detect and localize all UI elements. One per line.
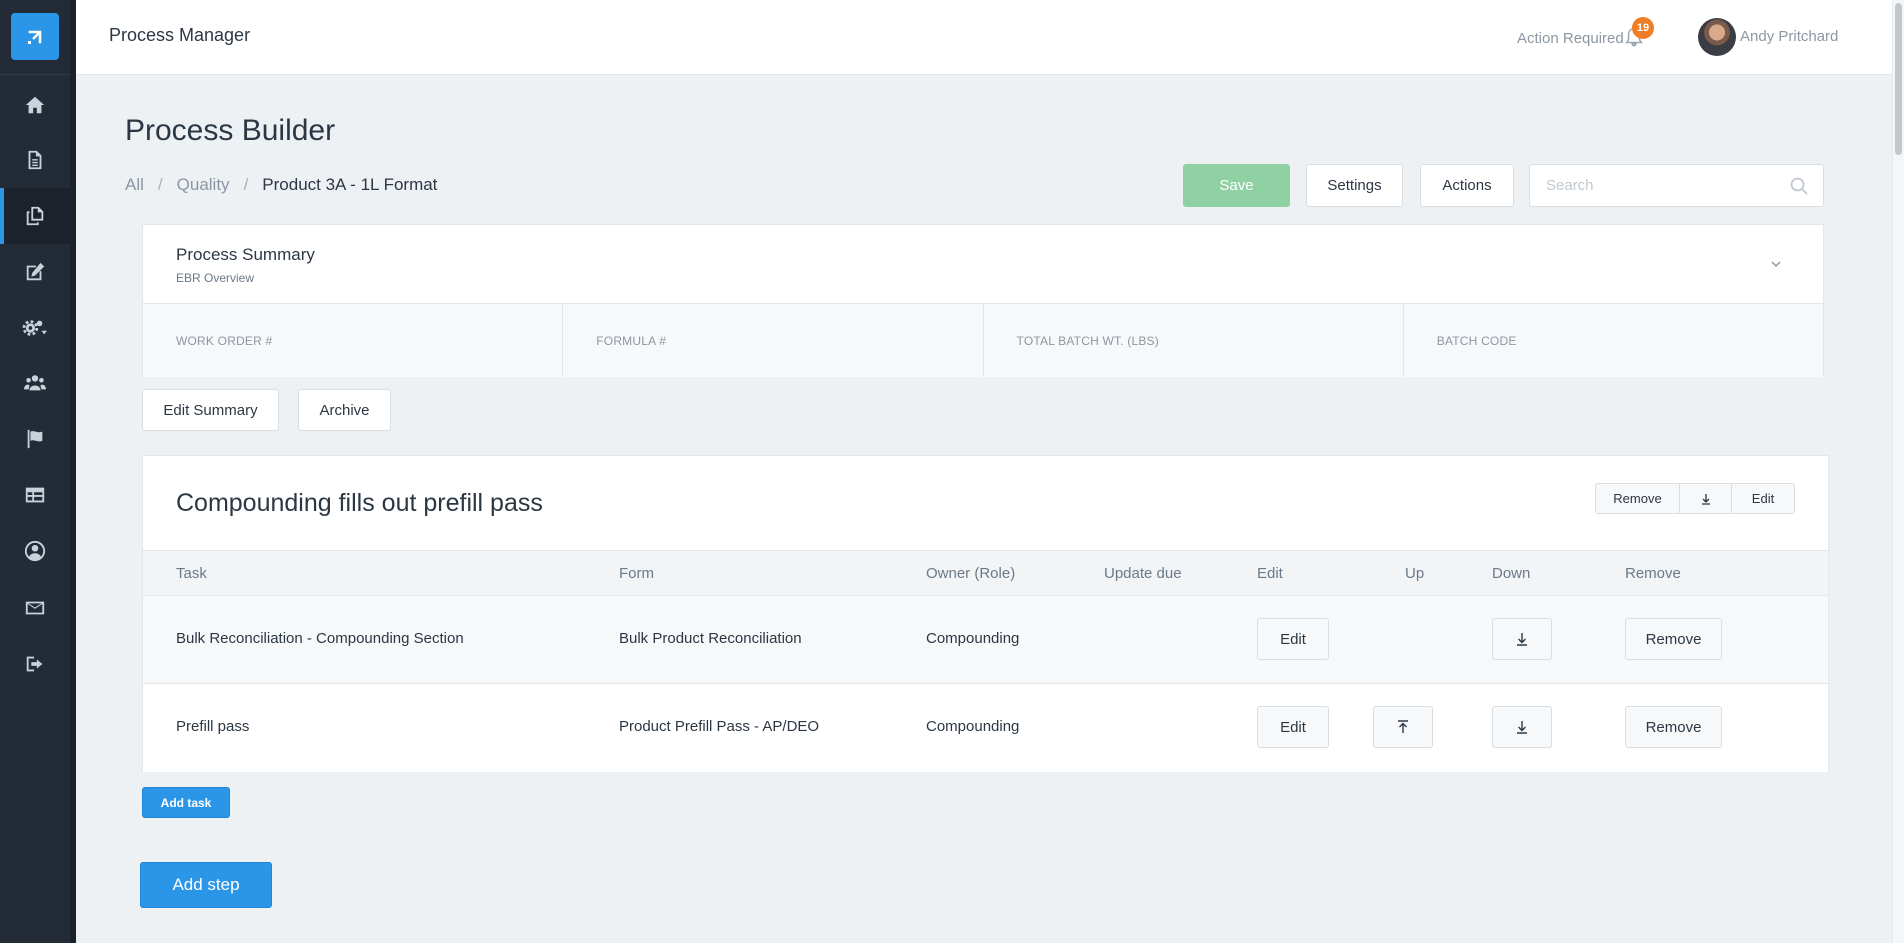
scrollbar-thumb[interactable] xyxy=(1895,3,1902,155)
task-table-header: Task Form Owner (Role) Update due Edit U… xyxy=(143,550,1828,596)
column-owner: Owner (Role) xyxy=(926,565,1016,582)
step-title: Compounding fills out prefill pass xyxy=(176,489,543,517)
users-icon xyxy=(24,375,46,391)
edit-step-button[interactable]: Edit xyxy=(1732,484,1794,513)
sidebar-item-documents[interactable] xyxy=(0,132,70,188)
app-logo[interactable] xyxy=(11,13,59,60)
move-step-down-button[interactable] xyxy=(1680,484,1732,513)
add-task-button[interactable]: Add task xyxy=(142,787,230,818)
breadcrumb-separator: / xyxy=(243,175,249,194)
summary-field-batch-code: BATCH CODE xyxy=(1436,333,1517,348)
summary-fields: WORK ORDER # FORMULA # TOTAL BATCH WT. (… xyxy=(143,303,1823,377)
search-input[interactable] xyxy=(1546,165,1786,206)
task-owner: Compounding xyxy=(926,630,1020,647)
summary-subtitle: EBR Overview xyxy=(176,271,255,285)
arrow-down-icon xyxy=(1517,721,1527,734)
add-step-button[interactable]: Add step xyxy=(140,862,272,908)
document-icon xyxy=(28,150,42,170)
task-form: Product Prefill Pass - AP/DEO xyxy=(619,718,820,735)
sidebar-item-configuration[interactable] xyxy=(0,300,70,356)
gears-icon xyxy=(22,320,47,336)
summary-field-batch-weight: TOTAL BATCH WT. (LBS) xyxy=(984,304,1404,377)
summary-field-work-order: WORK ORDER # xyxy=(143,304,564,377)
logo-icon xyxy=(28,30,42,44)
sidebar-item-tables[interactable] xyxy=(0,467,70,523)
task-name: Bulk Reconciliation - Compounding Sectio… xyxy=(176,630,464,647)
column-up: Up xyxy=(1405,565,1425,582)
column-edit: Edit xyxy=(1257,565,1283,582)
edit-summary-button[interactable]: Edit Summary xyxy=(142,389,279,431)
remove-step-button[interactable]: Remove xyxy=(1596,484,1680,513)
sidebar-divider xyxy=(0,74,70,75)
process-summary-card: Process Summary EBR Overview WORK ORDER … xyxy=(142,224,1824,377)
top-bar: Process Manager Action Required 19 Andy … xyxy=(76,0,1892,75)
sidebar-item-flags[interactable] xyxy=(0,411,70,467)
sign-out-icon xyxy=(26,656,43,672)
column-remove: Remove xyxy=(1625,565,1681,582)
sidebar-item-profile[interactable] xyxy=(0,523,70,579)
notification-badge: 19 xyxy=(1632,17,1654,39)
table-row: Prefill pass Product Prefill Pass - AP/D… xyxy=(143,684,1828,772)
flag-icon xyxy=(27,429,43,449)
archive-button[interactable]: Archive xyxy=(298,389,391,431)
step-button-group: Remove Edit xyxy=(1595,483,1795,514)
breadcrumb-all[interactable]: All xyxy=(125,175,144,195)
app-title: Process Manager xyxy=(109,25,251,45)
envelope-icon xyxy=(25,601,45,615)
sidebar xyxy=(0,0,76,943)
arrow-up-icon xyxy=(1398,720,1408,733)
breadcrumb: All / Quality / Product 3A - 1L Format xyxy=(125,175,437,195)
breadcrumb-separator: / xyxy=(157,175,163,194)
home-icon xyxy=(25,96,45,114)
table-icon xyxy=(25,487,45,503)
sidebar-item-sign-out[interactable] xyxy=(0,636,70,692)
task-name: Prefill pass xyxy=(176,718,250,735)
arrow-down-icon xyxy=(1517,633,1527,646)
summary-title: Process Summary xyxy=(176,245,315,264)
edit-task-button[interactable]: Edit xyxy=(1257,706,1329,748)
task-owner: Compounding xyxy=(926,718,1020,735)
actions-button[interactable]: Actions xyxy=(1420,164,1514,207)
breadcrumb-quality[interactable]: Quality xyxy=(177,175,230,195)
summary-field-formula: FORMULA # xyxy=(563,304,984,377)
action-required-link[interactable]: Action Required xyxy=(1517,30,1624,47)
avatar[interactable] xyxy=(1698,18,1736,56)
edit-icon xyxy=(26,262,45,281)
move-task-up-button[interactable] xyxy=(1373,706,1433,748)
breadcrumb-current: Product 3A - 1L Format xyxy=(262,175,438,194)
column-form: Form xyxy=(619,565,654,582)
chevron-down-icon[interactable] xyxy=(1769,257,1783,271)
remove-task-button[interactable]: Remove xyxy=(1625,618,1722,660)
search-box xyxy=(1529,164,1824,207)
column-down: Down xyxy=(1492,565,1531,582)
column-update-due: Update due xyxy=(1104,565,1182,582)
sidebar-item-users[interactable] xyxy=(0,355,70,411)
user-circle-icon xyxy=(24,540,46,562)
settings-button[interactable]: Settings xyxy=(1306,164,1403,207)
remove-task-button[interactable]: Remove xyxy=(1625,706,1722,748)
save-button[interactable]: Save xyxy=(1183,164,1290,207)
step-card: Compounding fills out prefill pass Remov… xyxy=(142,455,1829,772)
sidebar-item-messages[interactable] xyxy=(0,580,70,636)
task-form: Bulk Product Reconciliation xyxy=(619,630,802,647)
sidebar-item-home[interactable] xyxy=(0,77,70,133)
user-name[interactable]: Andy Pritchard xyxy=(1740,28,1838,45)
move-task-down-button[interactable] xyxy=(1492,706,1552,748)
edit-task-button[interactable]: Edit xyxy=(1257,618,1329,660)
page-title: Process Builder xyxy=(125,114,336,147)
sidebar-edge xyxy=(70,0,76,943)
sidebar-item-processes[interactable] xyxy=(0,188,70,244)
table-row: Bulk Reconciliation - Compounding Sectio… xyxy=(143,596,1828,684)
arrow-down-icon xyxy=(1701,493,1710,505)
copy-icon xyxy=(26,206,44,226)
search-icon[interactable] xyxy=(1789,176,1809,196)
sidebar-item-edit[interactable] xyxy=(0,244,70,300)
column-task: Task xyxy=(176,565,207,582)
move-task-down-button[interactable] xyxy=(1492,618,1552,660)
